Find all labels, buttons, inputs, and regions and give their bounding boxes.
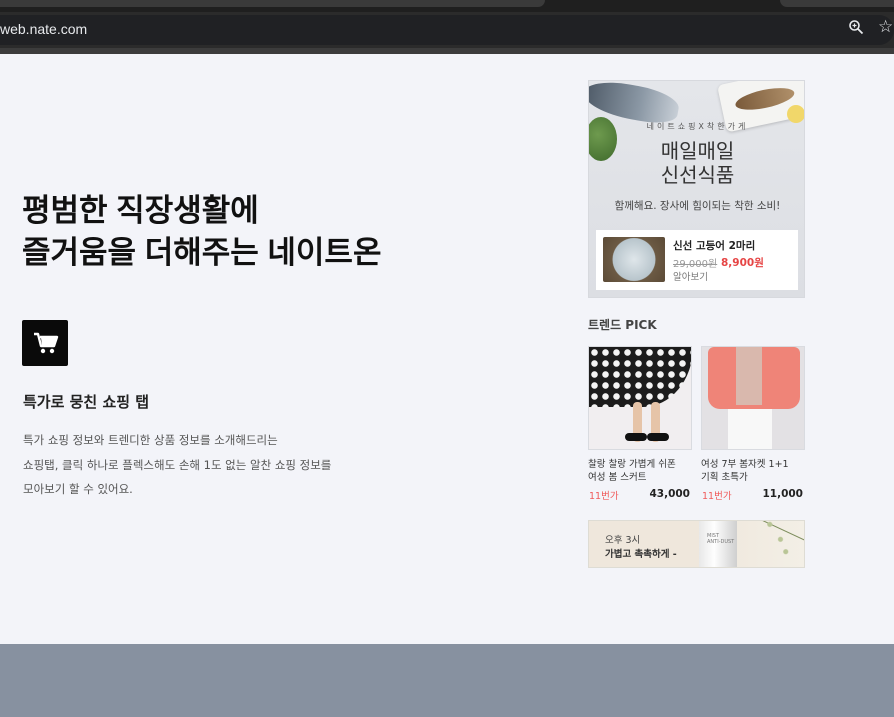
banner-copy: 가볍고 촉촉하게 - (605, 549, 677, 560)
trend-product-name-line: 여성 7부 봄자켓 1+1 (701, 459, 789, 470)
footer-band (0, 644, 894, 717)
promo-kicker: 네이트쇼핑X착한가게 (646, 122, 749, 131)
feature-description-line: 쇼핑탭, 클릭 하나로 플렉스해도 손해 1도 없는 알찬 쇼핑 정보를 (23, 457, 332, 472)
bottle-label-line: ANTI-DUST (707, 539, 735, 545)
promo-title-line: 매일매일 (660, 139, 735, 163)
hero-headline-line: 즐거움을 더해주는 네이트온 (22, 235, 382, 270)
shoe-shape (625, 433, 647, 441)
hero-headline: 평범한 직장생활에 즐거움을 더해주는 네이트온 (22, 190, 381, 274)
trend-pick-heading: 트렌드 PICK (588, 318, 657, 332)
browser-toolbar: web.nate.com ☆ (0, 12, 894, 48)
promo-more-link[interactable]: 알아보기 (673, 269, 708, 283)
page-content: 평범한 직장생활에 즐거움을 더해주는 네이트온 특가로 뭉친 쇼핑 탭 특가 … (0, 54, 894, 644)
promo-product-image (603, 237, 665, 282)
trend-product-image[interactable] (701, 346, 805, 450)
pants-shape (728, 409, 772, 449)
promo-old-price: 29,000원 (673, 259, 718, 270)
trend-product-meta: 11번가 43,000 (588, 488, 692, 502)
trend-product-seller: 11번가 (589, 491, 619, 502)
polka-skirt-shape (589, 347, 691, 407)
promo-sale-price: 8,900원 (721, 257, 764, 269)
trend-product-image[interactable] (588, 346, 692, 450)
mist-ad-banner[interactable]: 오후 3시 가볍고 촉촉하게 - MIST ANTI-DUST (588, 520, 805, 568)
fresh-food-promo[interactable]: 네이트쇼핑X착한가게 매일매일 신선식품 함께해요. 장사에 힘이되는 착한 소… (588, 80, 805, 298)
blouse-shape (736, 347, 762, 405)
promo-product-card[interactable]: 신선 고등어 2마리 29,000원 8,900원 알아보기 (596, 230, 798, 290)
feature-description-line: 특가 쇼핑 정보와 트렌디한 상품 정보를 소개해드리는 (23, 433, 278, 447)
zoom-icon[interactable] (848, 19, 864, 35)
bottle-label: MIST ANTI-DUST (707, 533, 734, 545)
browser-tab-strip (0, 0, 894, 12)
trend-product-card[interactable]: 찰랑 찰랑 가볍게 쉬폰 여성 봄 스커트 11번가 43,000 (588, 346, 692, 502)
trend-product-name-line: 여성 봄 스커트 (588, 472, 647, 483)
trend-product-name[interactable]: 여성 7부 봄자켓 1+1 기획 초특가 (701, 458, 805, 484)
feature-description-line: 모아보기 할 수 있어요. (23, 482, 133, 496)
trend-product-meta: 11번가 11,000 (701, 488, 805, 502)
trend-product-seller: 11번가 (702, 491, 732, 502)
twig-image (733, 521, 804, 567)
browser-tab[interactable] (780, 0, 894, 7)
trend-product-name[interactable]: 찰랑 찰랑 가볍게 쉬폰 여성 봄 스커트 (588, 458, 692, 484)
promo-product-name: 신선 고등어 2마리 (673, 240, 756, 252)
trend-product-name-line: 찰랑 찰랑 가볍게 쉬폰 (588, 459, 676, 470)
feature-title: 특가로 뭉친 쇼핑 탭 (23, 393, 150, 411)
address-url[interactable]: web.nate.com (0, 21, 87, 37)
trend-product-price: 11,000 (762, 488, 803, 500)
trend-product-card[interactable]: 여성 7부 봄자켓 1+1 기획 초특가 11번가 11,000 (701, 346, 805, 502)
feature-description: 특가 쇼핑 정보와 트렌디한 상품 정보를 소개해드리는 쇼핑탭, 클릭 하나로… (23, 428, 331, 502)
promo-title-line: 신선식품 (660, 163, 735, 187)
banner-time: 오후 3시 (605, 535, 641, 546)
cart-glyph-icon (34, 332, 59, 354)
trend-product-price: 43,000 (649, 488, 690, 500)
shoe-shape (647, 433, 669, 441)
trend-product-name-line: 기획 초특가 (701, 472, 748, 483)
hero-headline-line: 평범한 직장생활에 (22, 193, 259, 228)
promo-tagline: 함께해요. 장사에 힘이되는 착한 소비! (614, 200, 781, 212)
promo-title: 매일매일 신선식품 (589, 139, 804, 187)
address-bar[interactable]: web.nate.com (0, 15, 894, 45)
shopping-cart-icon (22, 320, 68, 366)
bookmark-star-icon[interactable]: ☆ (878, 16, 893, 38)
browser-tab[interactable] (0, 0, 545, 7)
